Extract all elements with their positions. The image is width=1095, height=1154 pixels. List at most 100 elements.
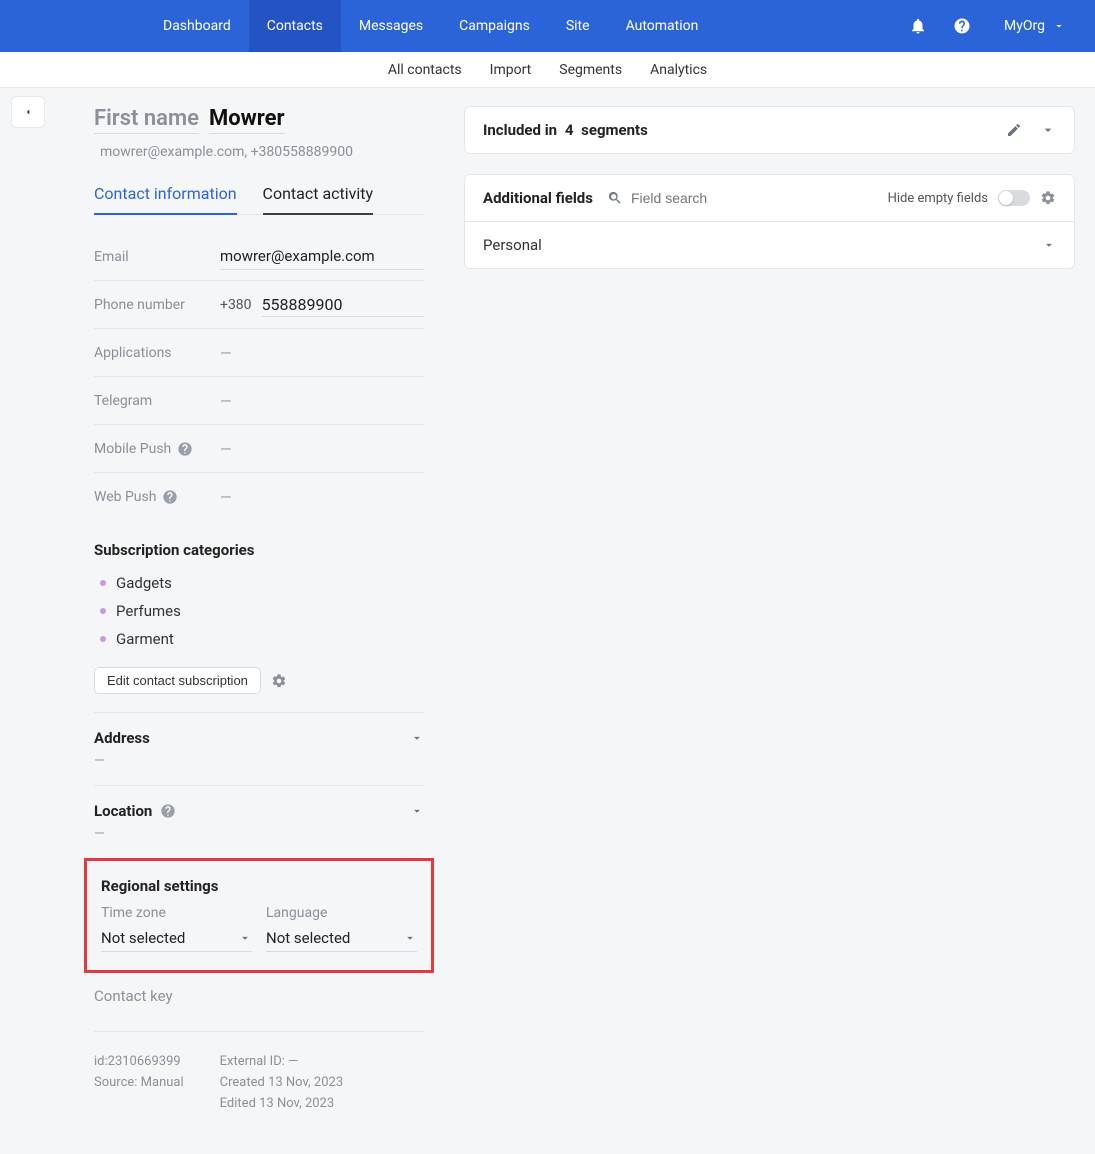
nav-automation[interactable]: Automation <box>608 0 717 52</box>
subnav-import[interactable]: Import <box>488 62 534 78</box>
nav-campaigns[interactable]: Campaigns <box>441 0 548 52</box>
address-block: Address — <box>94 713 424 786</box>
help-circle-icon[interactable] <box>177 441 193 457</box>
telegram-label: Telegram <box>94 393 220 409</box>
regional-settings-highlight: Regional settings Time zone Not selected… <box>84 858 434 973</box>
chevron-down-icon <box>410 804 424 818</box>
location-title-text: Location <box>94 802 152 820</box>
address-value: — <box>94 753 424 769</box>
language-label: Language <box>266 905 417 921</box>
telegram-value: — <box>220 388 424 414</box>
subscription-title: Subscription categories <box>94 541 424 559</box>
field-web-push: Web Push — <box>94 473 424 521</box>
email-value[interactable]: mowrer@example.com <box>220 243 424 270</box>
pencil-icon[interactable] <box>1006 122 1022 138</box>
location-block: Location — <box>94 786 424 858</box>
chevron-down-icon <box>1042 238 1056 252</box>
hide-empty-label: Hide empty fields <box>888 191 988 206</box>
personal-label: Personal <box>483 236 542 254</box>
meta-source: Source: Manual <box>94 1073 184 1094</box>
segments-title: Included in 4 segments <box>483 121 648 139</box>
hide-empty-toggle[interactable] <box>998 190 1030 206</box>
contacts-subnav: All contacts Import Segments Analytics <box>0 52 1095 88</box>
back-button[interactable] <box>11 96 45 128</box>
chevron-left-icon <box>23 105 33 119</box>
subscription-item: Gadgets <box>94 569 424 597</box>
mobile-push-label-text: Mobile Push <box>94 441 171 457</box>
additional-fields-title: Additional fields <box>483 189 593 207</box>
top-navbar: Dashboard Contacts Messages Campaigns Si… <box>0 0 1095 52</box>
mobile-push-label: Mobile Push <box>94 441 220 457</box>
web-push-value: — <box>220 484 424 510</box>
field-email: Email mowrer@example.com <box>94 233 424 281</box>
nav-dashboard[interactable]: Dashboard <box>145 0 249 52</box>
nav-messages[interactable]: Messages <box>341 0 441 52</box>
web-push-label: Web Push <box>94 489 220 505</box>
field-applications: Applications — <box>94 329 424 377</box>
contact-key-block: Contact key <box>94 973 424 1032</box>
tab-contact-information[interactable]: Contact information <box>94 180 237 215</box>
applications-label: Applications <box>94 345 220 361</box>
meta-created: Created 13 Nov, 2023 <box>220 1073 343 1094</box>
language-select[interactable]: Not selected <box>266 925 417 952</box>
field-telegram: Telegram — <box>94 377 424 425</box>
chevron-down-icon <box>410 731 424 745</box>
help-icon[interactable] <box>940 0 984 52</box>
gear-icon[interactable] <box>271 673 287 689</box>
segments-suffix: segments <box>581 121 648 139</box>
first-name-field[interactable]: First name <box>94 106 199 134</box>
phone-value[interactable]: 558889900 <box>262 293 424 317</box>
chevron-down-icon <box>238 931 252 945</box>
contact-meta: id:2310669399 Source: Manual External ID… <box>94 1032 424 1114</box>
field-mobile-push: Mobile Push — <box>94 425 424 473</box>
phone-label: Phone number <box>94 297 220 313</box>
org-switcher[interactable]: MyOrg <box>984 0 1095 52</box>
email-label: Email <box>94 249 220 265</box>
address-title: Address <box>94 729 150 747</box>
subscription-list: Gadgets Perfumes Garment <box>94 569 424 653</box>
location-value: — <box>94 826 424 842</box>
help-circle-icon[interactable] <box>162 489 178 505</box>
chevron-down-icon[interactable] <box>1040 122 1056 138</box>
meta-external-id: External ID: — <box>220 1052 343 1073</box>
nav-contacts[interactable]: Contacts <box>249 0 341 52</box>
search-icon <box>607 190 623 206</box>
additional-fields-card: Additional fields Hide empty fields Pers… <box>464 174 1075 269</box>
chevron-down-icon <box>403 931 417 945</box>
timezone-value: Not selected <box>101 929 185 947</box>
timezone-label: Time zone <box>101 905 252 921</box>
last-name-field[interactable]: Mowrer <box>209 106 285 134</box>
contact-title: First name Mowrer mowrer@example.com, +3… <box>94 106 424 160</box>
gear-icon[interactable] <box>1040 190 1056 206</box>
phone-prefix: +380 <box>220 297 252 313</box>
language-value: Not selected <box>266 929 350 947</box>
help-circle-icon[interactable] <box>160 803 176 819</box>
bell-icon[interactable] <box>896 0 940 52</box>
subscription-item: Garment <box>94 625 424 653</box>
subscription-item: Perfumes <box>94 597 424 625</box>
subnav-segments[interactable]: Segments <box>557 62 624 78</box>
nav-site[interactable]: Site <box>548 0 608 52</box>
personal-section-toggle[interactable]: Personal <box>483 236 1056 254</box>
web-push-label-text: Web Push <box>94 489 156 505</box>
location-toggle[interactable]: Location <box>94 802 424 820</box>
field-phone: Phone number +380 558889900 <box>94 281 424 329</box>
segments-count: 4 <box>565 121 574 139</box>
meta-id: id:2310669399 <box>94 1052 184 1073</box>
timezone-select[interactable]: Not selected <box>101 925 252 952</box>
segments-prefix: Included in <box>483 121 557 139</box>
applications-value: — <box>220 340 424 366</box>
contact-tabs: Contact information Contact activity <box>94 180 424 215</box>
contact-key-label: Contact key <box>94 987 424 1005</box>
edit-subscription-button[interactable]: Edit contact subscription <box>94 667 261 694</box>
org-name: MyOrg <box>1004 18 1045 34</box>
address-toggle[interactable]: Address <box>94 729 424 747</box>
field-search-input[interactable] <box>629 189 769 207</box>
meta-edited: Edited 13 Nov, 2023 <box>220 1094 343 1115</box>
mobile-push-value: — <box>220 436 424 462</box>
subnav-all-contacts[interactable]: All contacts <box>386 62 464 78</box>
subnav-analytics[interactable]: Analytics <box>648 62 709 78</box>
regional-title: Regional settings <box>101 877 417 895</box>
location-title: Location <box>94 802 176 820</box>
tab-contact-activity[interactable]: Contact activity <box>263 180 374 215</box>
